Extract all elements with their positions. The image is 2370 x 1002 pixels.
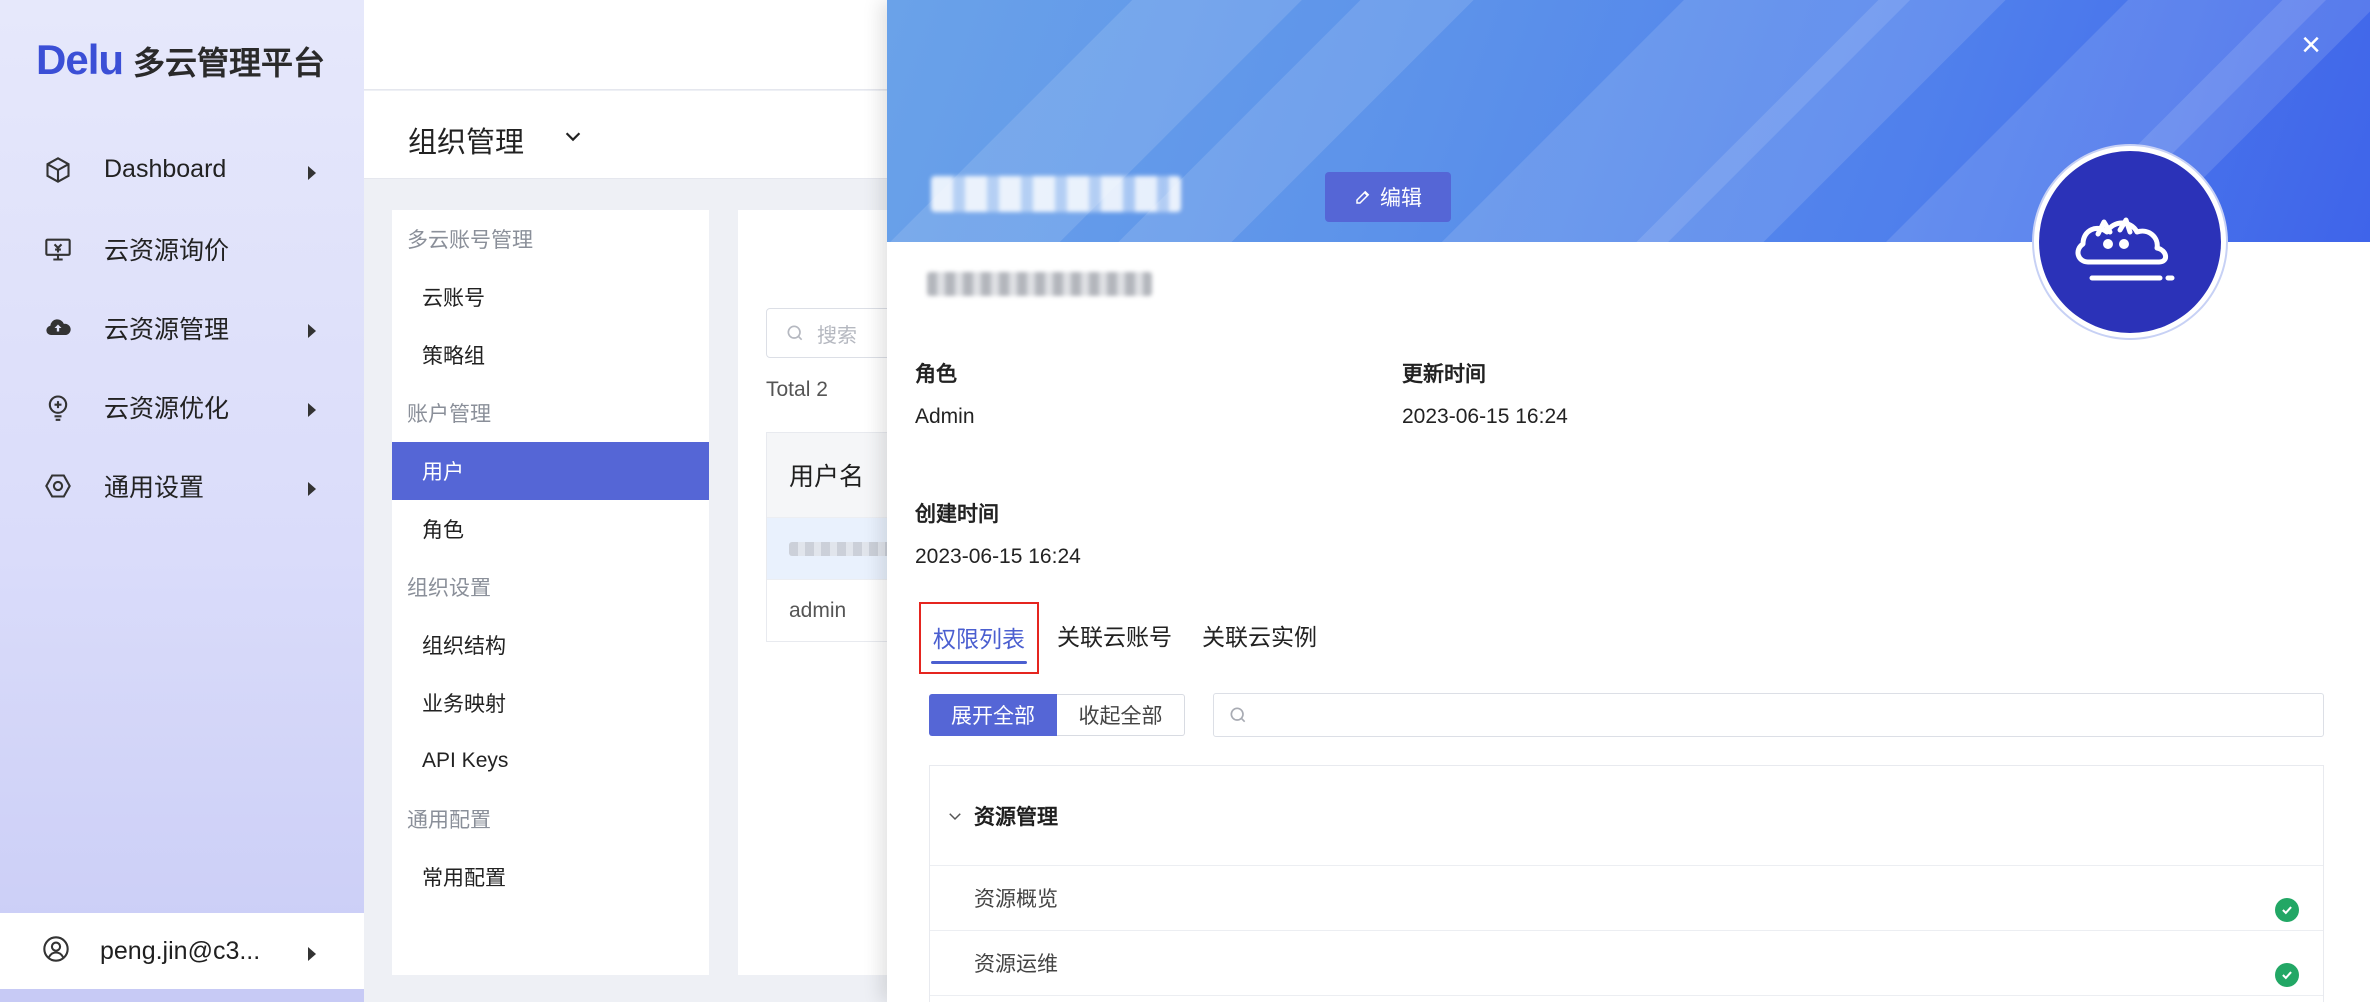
sidebar-item-label: 云资源询价 bbox=[104, 236, 230, 265]
cloud-cat-logo-icon bbox=[2039, 151, 2221, 333]
subnav-item-business-mapping[interactable]: 业务映射 bbox=[392, 674, 709, 732]
permission-item-label: 资源运维 bbox=[974, 953, 1058, 976]
role-value: Admin bbox=[915, 405, 975, 428]
caret-right-icon bbox=[308, 481, 316, 496]
subnav-item-api-keys[interactable]: API Keys bbox=[392, 732, 709, 790]
price-monitor-icon bbox=[42, 233, 74, 265]
brand-name: Delu bbox=[36, 36, 124, 83]
permission-item-label: 资源概览 bbox=[974, 888, 1058, 911]
redacted-username bbox=[789, 541, 899, 556]
edit-button-label: 编辑 bbox=[1380, 187, 1422, 210]
subnav-item-cloud-account[interactable]: 云账号 bbox=[392, 268, 709, 326]
cloud-upload-icon bbox=[42, 312, 74, 344]
main-nav: Dashboard 云资源询价 云资源管理 云资源优化 通用设置 bbox=[0, 130, 364, 525]
role-label: 角色 bbox=[915, 363, 957, 386]
redacted-user-name bbox=[931, 176, 1181, 212]
updated-time-label: 更新时间 bbox=[1402, 363, 1486, 386]
collapse-all-button[interactable]: 收起全部 bbox=[1057, 694, 1185, 736]
check-circle-icon bbox=[2275, 898, 2299, 922]
user-table: 用户名 admin bbox=[766, 432, 906, 642]
check-circle-icon bbox=[2275, 963, 2299, 987]
subnav-item-policy-group[interactable]: 策略组 bbox=[392, 326, 709, 384]
lightbulb-icon bbox=[42, 391, 74, 423]
subnav-item-org-structure[interactable]: 组织结构 bbox=[392, 616, 709, 674]
created-time-label: 创建时间 bbox=[915, 503, 999, 526]
total-count: Total 2 bbox=[766, 378, 828, 401]
tab-linked-cloud-instances[interactable]: 关联云实例 bbox=[1190, 602, 1329, 674]
redacted-user-email bbox=[927, 272, 1152, 296]
permission-tree: 资源管理 资源概览 资源运维 bbox=[929, 765, 2324, 1002]
caret-right-icon bbox=[308, 165, 316, 180]
sidebar-item-label: Dashboard bbox=[104, 155, 227, 183]
search-icon bbox=[787, 325, 803, 341]
username-cell: admin bbox=[789, 598, 847, 622]
caret-right-icon bbox=[308, 947, 316, 961]
sidebar-item-label: 通用设置 bbox=[104, 473, 205, 502]
subnav-group-common-config: 通用配置 bbox=[407, 809, 491, 832]
user-list-panel: 搜索 Total 2 用户名 admin bbox=[738, 210, 906, 975]
updated-time-value: 2023-06-15 16:24 bbox=[1402, 405, 1568, 428]
sidebar-item-pricing[interactable]: 云资源询价 bbox=[0, 209, 364, 288]
edit-button[interactable]: 编辑 bbox=[1325, 172, 1451, 222]
permission-item: 资源运维 bbox=[930, 931, 2323, 996]
subnav-item-common-config[interactable]: 常用配置 bbox=[392, 848, 709, 906]
tab-permissions[interactable]: 权限列表 bbox=[919, 602, 1039, 674]
user-menu[interactable]: peng.jin@c3... bbox=[0, 913, 364, 989]
created-time-value: 2023-06-15 16:24 bbox=[915, 545, 1081, 568]
user-search-input[interactable]: 搜索 bbox=[766, 308, 906, 358]
sidebar: Delu 多云管理平台 Dashboard 云资源询价 云资源管理 云资源优化 … bbox=[0, 0, 364, 1002]
close-button[interactable]: × bbox=[2296, 28, 2326, 62]
search-icon bbox=[1230, 707, 1246, 723]
subnav-group-account-management: 账户管理 bbox=[407, 403, 491, 426]
sidebar-item-resource-management[interactable]: 云资源管理 bbox=[0, 288, 364, 367]
column-header-username: 用户名 bbox=[767, 433, 905, 517]
cube-icon bbox=[42, 154, 74, 186]
permission-search-input[interactable] bbox=[1213, 693, 2324, 737]
hexagon-gear-icon bbox=[42, 470, 74, 502]
detail-tabs: 权限列表 关联云账号 关联云实例 bbox=[919, 602, 1335, 674]
subnav-item-users[interactable]: 用户 bbox=[392, 442, 709, 500]
app-logo[interactable]: Delu 多云管理平台 bbox=[36, 36, 325, 84]
table-row[interactable]: admin bbox=[767, 579, 905, 641]
permission-group-label: 资源管理 bbox=[974, 805, 1058, 829]
expand-all-button[interactable]: 展开全部 bbox=[929, 694, 1057, 736]
user-detail-drawer: × 编辑 角色 Admin 更新时间 2023-06-15 16:24 创建时间… bbox=[887, 0, 2370, 1002]
table-row[interactable] bbox=[767, 517, 905, 579]
chevron-down-icon bbox=[949, 812, 961, 820]
subnav-group-org-settings: 组织设置 bbox=[407, 577, 491, 600]
sidebar-item-general-settings[interactable]: 通用设置 bbox=[0, 446, 364, 525]
sidebar-item-label: 云资源优化 bbox=[104, 394, 230, 423]
caret-right-icon bbox=[308, 402, 316, 417]
subnav-group-cloud-accounts: 多云账号管理 bbox=[407, 229, 533, 252]
subnav-item-roles[interactable]: 角色 bbox=[392, 500, 709, 558]
sidebar-item-label: 云资源管理 bbox=[104, 315, 230, 344]
chevron-down-icon[interactable] bbox=[562, 125, 584, 147]
edit-pen-icon bbox=[1356, 190, 1370, 204]
sidebar-item-resource-optimization[interactable]: 云资源优化 bbox=[0, 367, 364, 446]
sidebar-footer bbox=[0, 989, 364, 1002]
user-email: peng.jin@c3... bbox=[100, 936, 261, 965]
tab-linked-cloud-accounts[interactable]: 关联云账号 bbox=[1045, 602, 1184, 674]
app-title: 多云管理平台 bbox=[133, 45, 326, 81]
avatar bbox=[2034, 146, 2226, 338]
sidebar-item-dashboard[interactable]: Dashboard bbox=[0, 130, 364, 209]
search-placeholder: 搜索 bbox=[817, 324, 857, 347]
permission-group-resource-management[interactable]: 资源管理 bbox=[930, 766, 2323, 866]
expand-collapse-group: 展开全部 收起全部 bbox=[929, 694, 1185, 736]
org-subnav: 多云账号管理 云账号 策略组 账户管理 用户 角色 组织设置 组织结构 业务映射… bbox=[392, 210, 709, 975]
user-circle-icon bbox=[42, 935, 70, 968]
page-title[interactable]: 组织管理 bbox=[408, 119, 524, 161]
permission-item: 资源概览 bbox=[930, 866, 2323, 931]
caret-right-icon bbox=[308, 323, 316, 338]
